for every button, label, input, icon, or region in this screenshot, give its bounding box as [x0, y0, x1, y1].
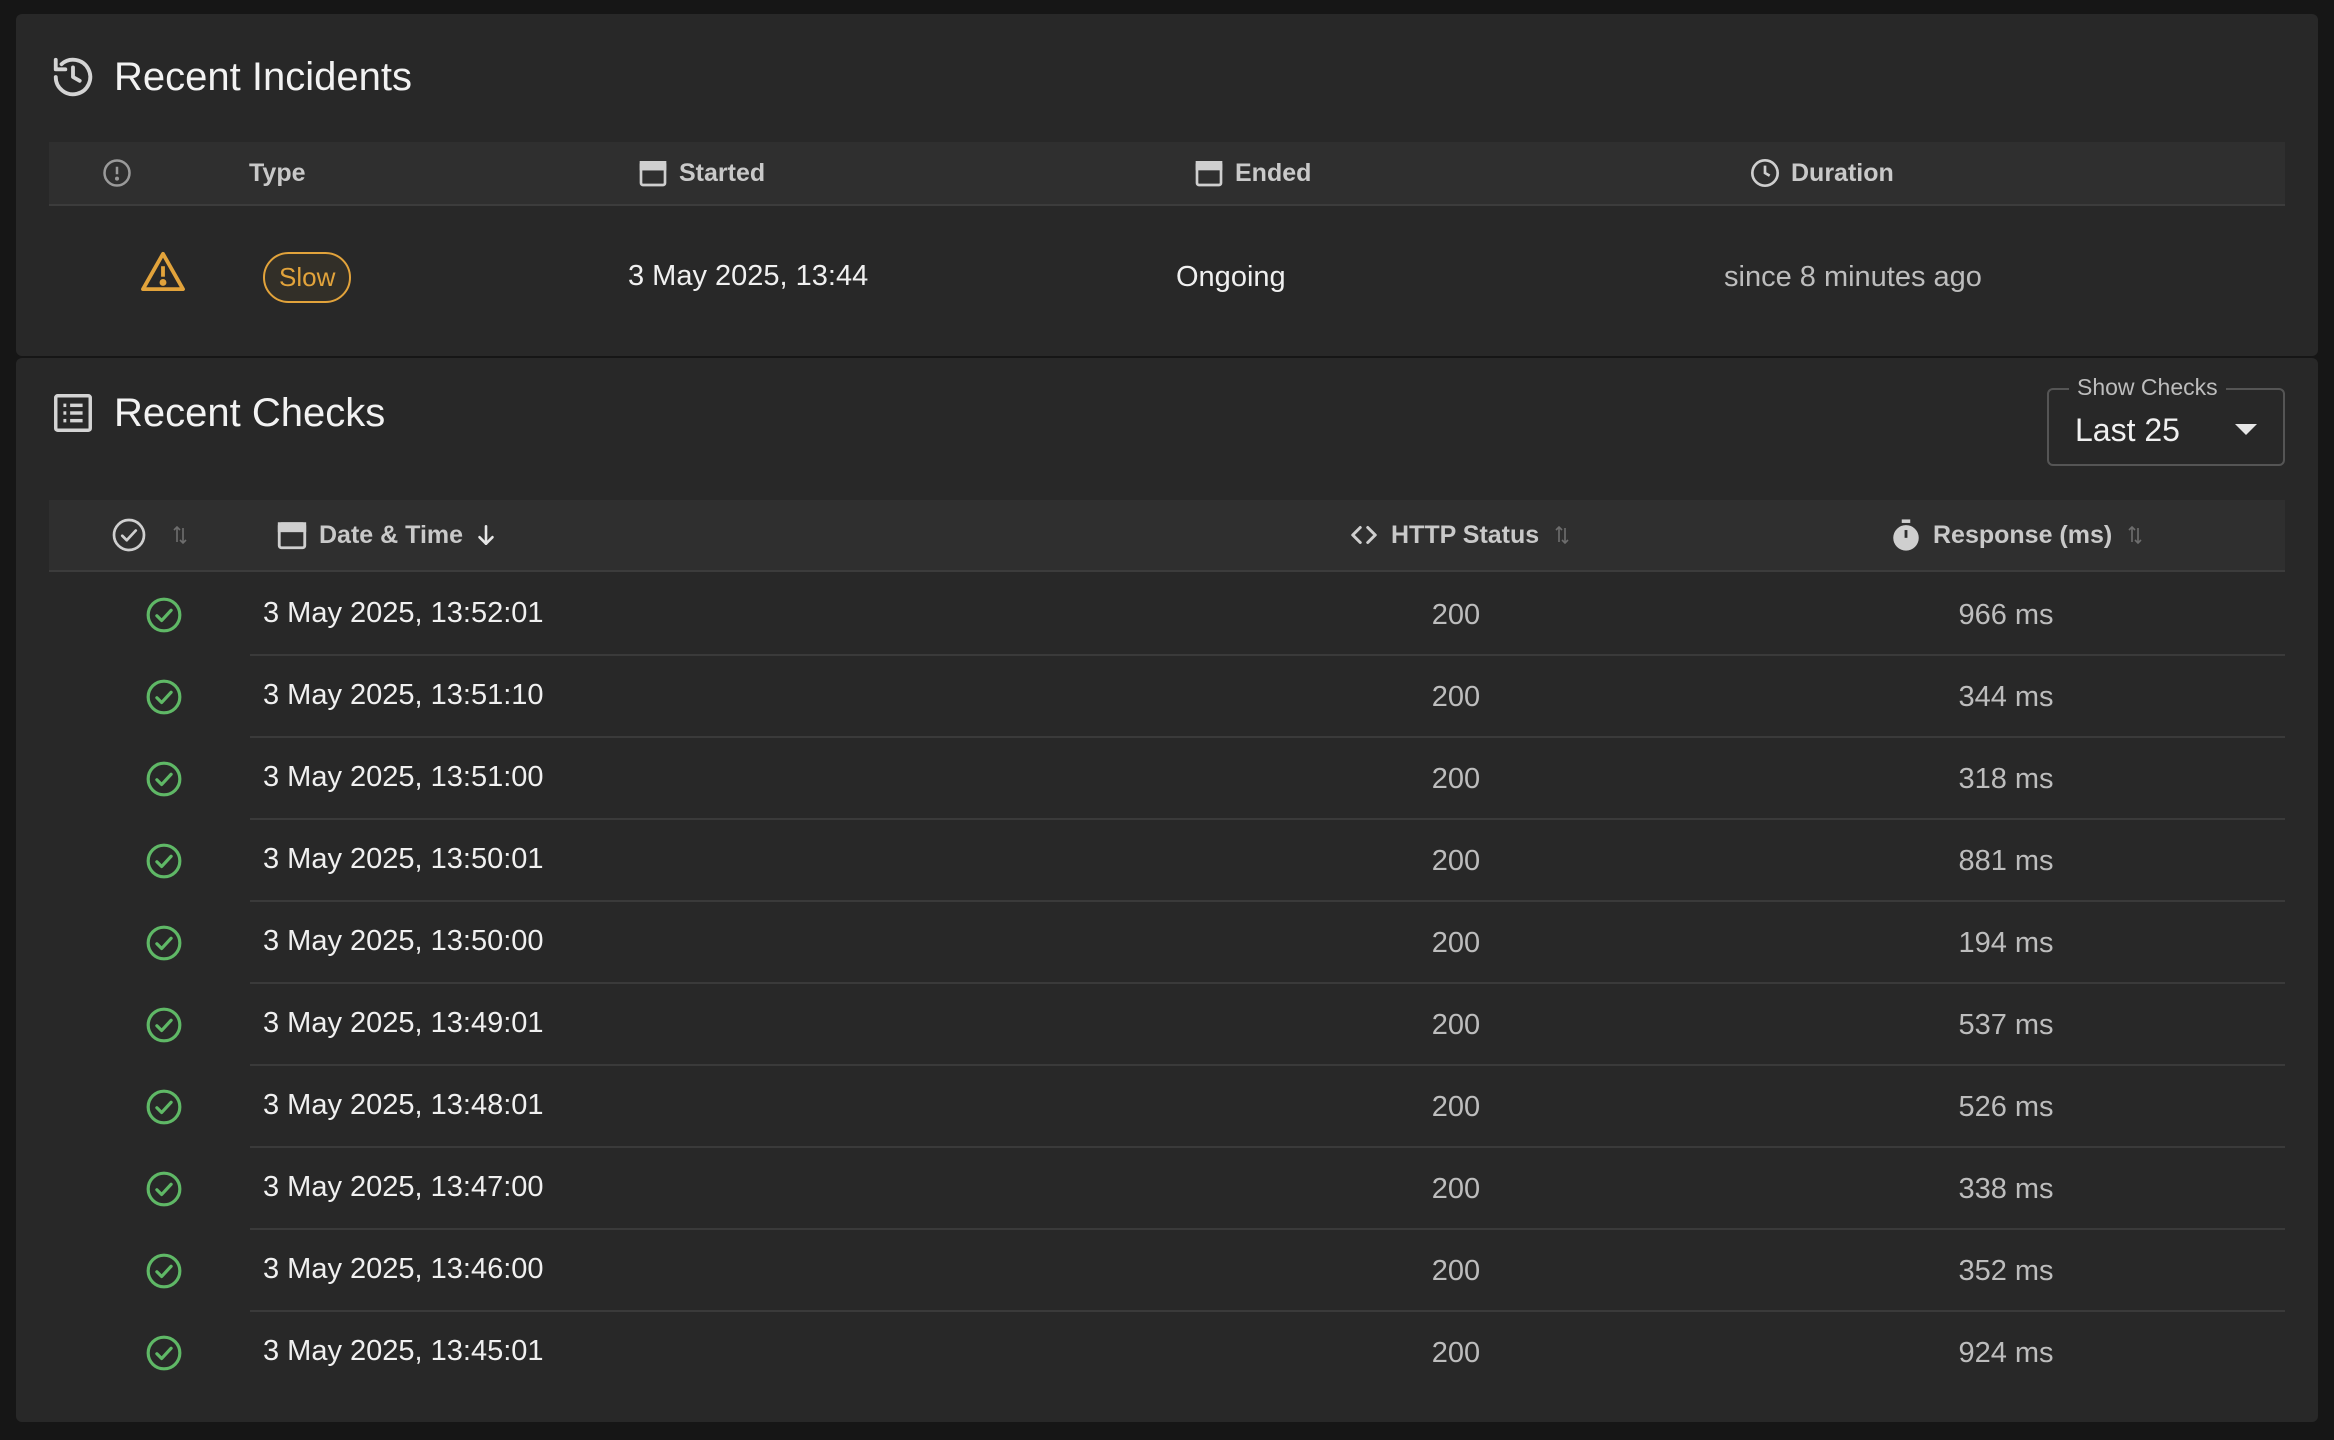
incident-duration-column-header[interactable]: Duration [1749, 142, 1894, 204]
history-icon [53, 57, 93, 97]
incidents-table-header: Type Started Ended Duration [49, 142, 2285, 206]
check-datetime: 3 May 2025, 13:49:01 [263, 1007, 544, 1039]
check-circle-icon [146, 1171, 182, 1207]
warning-icon [141, 251, 185, 292]
check-response-time: 526 ms [1958, 1091, 2054, 1123]
check-row[interactable]: 3 May 2025, 13:50:00 200 194 ms [16, 902, 2285, 984]
incident-ended: Ongoing [1176, 261, 1286, 293]
check-response-time: 924 ms [1958, 1337, 2054, 1369]
check-http-status: 200 [1431, 1173, 1481, 1205]
sort-icon [173, 525, 187, 545]
incident-started: 3 May 2025, 13:44 [628, 260, 869, 292]
check-circle-icon [146, 761, 182, 797]
calendar-icon [639, 161, 667, 187]
check-datetime: 3 May 2025, 13:47:00 [263, 1171, 544, 1203]
incidents-title-text: Recent Incidents [114, 54, 412, 99]
check-response-time: 966 ms [1958, 599, 2054, 631]
incident-status-column-header [102, 142, 142, 204]
check-datetime: 3 May 2025, 13:50:00 [263, 925, 544, 957]
check-datetime: 3 May 2025, 13:51:00 [263, 761, 544, 793]
check-datetime: 3 May 2025, 13:46:00 [263, 1253, 544, 1285]
check-http-status: 200 [1431, 1337, 1481, 1369]
check-row[interactable]: 3 May 2025, 13:50:01 200 881 ms [16, 820, 2285, 902]
show-checks-value: Last 25 [2075, 412, 2180, 448]
check-response-time: 344 ms [1958, 681, 2054, 713]
date-time-column-header[interactable]: Date & Time [275, 500, 509, 570]
incident-started-column-header[interactable]: Started [637, 142, 765, 204]
check-circle-icon [146, 1007, 182, 1043]
check-circle-icon [146, 1253, 182, 1289]
check-row[interactable]: 3 May 2025, 13:49:01 200 537 ms [16, 984, 2285, 1066]
recent-incidents-panel: Recent Incidents Type Started Ended Dura… [16, 14, 2318, 356]
check-http-status: 200 [1431, 927, 1481, 959]
arrow-down-icon [478, 525, 494, 545]
check-datetime: 3 May 2025, 13:45:01 [263, 1335, 544, 1367]
show-checks-select[interactable]: Show Checks Last 25 [2047, 374, 2285, 466]
check-datetime: 3 May 2025, 13:48:01 [263, 1089, 544, 1121]
check-circle-icon [146, 1335, 182, 1371]
check-response-time: 352 ms [1958, 1255, 2054, 1287]
calendar-icon [277, 522, 307, 550]
check-http-status: 200 [1431, 599, 1481, 631]
check-http-status: 200 [1431, 763, 1481, 795]
check-datetime: 3 May 2025, 13:52:01 [263, 597, 544, 629]
check-row[interactable]: 3 May 2025, 13:45:01 200 924 ms [16, 1312, 2285, 1394]
check-http-status: 200 [1431, 681, 1481, 713]
incidents-title: Recent Incidents [50, 54, 412, 100]
response-column-header[interactable]: Response (ms) [1889, 500, 2154, 570]
check-row[interactable]: 3 May 2025, 13:51:10 200 344 ms [16, 656, 2285, 738]
sort-icon [2128, 525, 2142, 545]
check-datetime: 3 May 2025, 13:51:10 [263, 679, 544, 711]
check-http-status: 200 [1431, 1091, 1481, 1123]
incident-type-column-header[interactable]: Type [249, 142, 306, 204]
check-response-time: 194 ms [1958, 927, 2054, 959]
checks-table-header: Date & Time HTTP Status Response (ms) [49, 500, 2285, 572]
checks-title: Recent Checks [50, 390, 385, 436]
check-row[interactable]: 3 May 2025, 13:48:01 200 526 ms [16, 1066, 2285, 1148]
http-status-column-header[interactable]: HTTP Status [1347, 500, 1581, 570]
list-icon [54, 394, 92, 432]
check-row[interactable]: 3 May 2025, 13:46:00 200 352 ms [16, 1230, 2285, 1312]
check-circle-icon [146, 597, 182, 633]
checks-title-text: Recent Checks [114, 390, 386, 435]
stopwatch-icon [1893, 519, 1919, 551]
check-row[interactable]: 3 May 2025, 13:51:00 200 318 ms [16, 738, 2285, 820]
clock-icon [1751, 159, 1779, 187]
calendar-icon [1195, 161, 1223, 187]
check-circle-icon [146, 1089, 182, 1125]
alert-circle-icon [103, 159, 131, 187]
check-response-time: 318 ms [1958, 763, 2054, 795]
caret-down-icon [2235, 424, 2257, 435]
check-http-status: 200 [1431, 1255, 1481, 1287]
check-response-time: 537 ms [1958, 1009, 2054, 1041]
recent-checks-panel: Recent Checks Show Checks Last 25 Date &… [16, 358, 2318, 1422]
check-response-time: 338 ms [1958, 1173, 2054, 1205]
check-row[interactable]: 3 May 2025, 13:52:01 200 966 ms [16, 574, 2285, 656]
check-circle-icon [146, 925, 182, 961]
check-circle-icon [146, 843, 182, 879]
sort-icon [1555, 525, 1569, 545]
show-checks-label: Show Checks [2069, 374, 2226, 401]
code-icon [1351, 526, 1377, 544]
check-response-time: 881 ms [1958, 845, 2054, 877]
check-row[interactable]: 3 May 2025, 13:47:00 200 338 ms [16, 1148, 2285, 1230]
checks-table-body: 3 May 2025, 13:52:01 200 966 ms 3 May 20… [16, 574, 2285, 1394]
check-http-status: 200 [1431, 1009, 1481, 1041]
check-circle-icon [146, 679, 182, 715]
incident-duration: since 8 minutes ago [1724, 261, 1982, 293]
check-http-status: 200 [1431, 845, 1481, 877]
check-circle-icon [112, 518, 146, 552]
incident-type-badge: Slow [263, 252, 352, 303]
check-datetime: 3 May 2025, 13:50:01 [263, 843, 544, 875]
incident-ended-column-header[interactable]: Ended [1193, 142, 1311, 204]
check-status-column-header[interactable] [111, 500, 199, 570]
